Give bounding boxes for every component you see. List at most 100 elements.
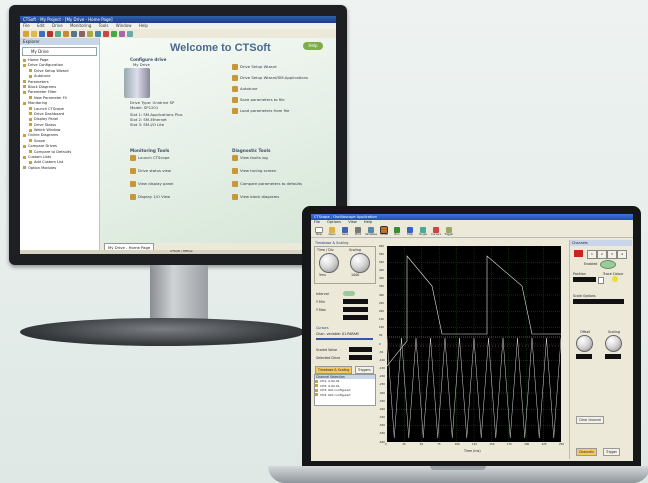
- stop-icon[interactable]: [103, 30, 109, 37]
- link-io-view[interactable]: Display 1/O View: [130, 194, 173, 200]
- link-faults-log[interactable]: View faults log: [232, 155, 302, 161]
- go-icon[interactable]: [111, 30, 117, 37]
- cursor-slider[interactable]: [316, 338, 373, 340]
- monitor-stand-base: [20, 318, 305, 346]
- channel-color-swatch[interactable]: [574, 250, 583, 257]
- tab-trigger[interactable]: Trigger: [603, 448, 620, 456]
- right-scaling-readout: [605, 354, 621, 359]
- link-drive-status[interactable]: Drive status view: [130, 168, 173, 174]
- link-block-diagrams[interactable]: View block diagrams: [232, 194, 302, 200]
- link-tuning-screen[interactable]: View tuning screen: [232, 168, 302, 174]
- tool-print[interactable]: Print: [353, 226, 363, 236]
- copy-icon[interactable]: [55, 30, 61, 37]
- menu-drive[interactable]: Drive: [52, 23, 63, 28]
- enabled-label: Enabled: [584, 262, 598, 266]
- tree-item[interactable]: Option Modules: [23, 166, 99, 171]
- channel-button-4[interactable]: 4: [617, 250, 627, 259]
- y-tick-label: -500: [379, 424, 385, 428]
- drive-selector[interactable]: My Drive: [22, 47, 97, 56]
- tool-single[interactable]: Single: [418, 226, 428, 236]
- compare-icon[interactable]: [119, 30, 125, 37]
- tool-save[interactable]: Save: [340, 226, 350, 236]
- time-div-value: 5ms: [319, 273, 327, 277]
- task-save-params[interactable]: Save parameters to file: [232, 97, 308, 103]
- download-icon[interactable]: [79, 30, 85, 37]
- task-load-params[interactable]: Load parameters from file: [232, 108, 308, 114]
- tool-variables[interactable]: Variables: [365, 226, 377, 236]
- wizard-icon: [232, 75, 238, 81]
- scaling-knob[interactable]: [350, 253, 370, 273]
- monitoring-heading: Monitoring Tools: [130, 148, 170, 153]
- link-display-panel[interactable]: View display panel: [130, 181, 173, 187]
- menu-edit[interactable]: Edit: [37, 23, 45, 28]
- y-tick-label: -400: [379, 407, 385, 411]
- tab-triggers[interactable]: Triggers: [355, 366, 374, 374]
- tool-trigger[interactable]: Trigger: [444, 226, 454, 236]
- channel-variable: Chan. variable: 01.PARAM: [316, 332, 359, 336]
- menu-tools[interactable]: Tools: [99, 23, 109, 28]
- menu-help[interactable]: Help: [139, 23, 148, 28]
- tab-timebase[interactable]: Timebase & Scaling: [315, 366, 353, 374]
- load-file-icon: [232, 108, 238, 114]
- tool-cursors[interactable]: Cursors: [431, 226, 441, 236]
- cut-icon[interactable]: [47, 30, 53, 37]
- scope-toolbar: New Open Save Print Variables Scope Run …: [311, 225, 633, 238]
- task-autotune[interactable]: Autotune: [232, 86, 308, 92]
- channel-list: Channel Selection CH1: 0.02.01 CH2: 0.02…: [314, 374, 376, 406]
- y-tick-label: -250: [379, 383, 385, 387]
- x-tick-label: 225: [541, 443, 547, 446]
- trace-colour-swatch[interactable]: [612, 276, 618, 282]
- time-div-knob[interactable]: [319, 253, 339, 273]
- channel-button-2[interactable]: 2: [597, 250, 607, 259]
- y-tick-label: -600: [379, 440, 385, 444]
- new-icon[interactable]: [23, 30, 29, 37]
- scope-icon[interactable]: [95, 30, 101, 37]
- paste-icon[interactable]: [63, 30, 69, 37]
- plot-area[interactable]: [386, 246, 562, 442]
- scope-menu-view[interactable]: View: [348, 220, 357, 224]
- tool-new[interactable]: New: [314, 226, 324, 236]
- selected-drive-readout: [349, 355, 372, 360]
- y-max-readout: [343, 307, 368, 312]
- monitoring-links: Launch CTScope Drive status view View di…: [130, 155, 173, 200]
- y-tick-label: 250: [379, 301, 384, 305]
- connect-icon[interactable]: [87, 30, 93, 37]
- channel-button-1[interactable]: 1: [587, 250, 597, 259]
- link-launch-scope[interactable]: Launch CTScope: [130, 155, 173, 161]
- offset-knob[interactable]: [576, 335, 593, 352]
- save-icon[interactable]: [39, 30, 45, 37]
- selected-drive-label: Selected Drive: [316, 356, 341, 360]
- task-setup-wizard-apps[interactable]: Drive Setup Wizard/SM-Applications: [232, 75, 308, 81]
- scope-menu-help[interactable]: Help: [364, 220, 372, 224]
- channels-panel: Channels 1 2 3 4 Enabled Position Trace …: [569, 240, 632, 459]
- drive-model: Model: SP1201: [130, 105, 159, 110]
- help-button[interactable]: Help: [303, 42, 323, 50]
- tool-run[interactable]: Run: [392, 226, 402, 236]
- y-tick-label: -350: [379, 399, 385, 403]
- link-compare-defaults[interactable]: Compare parameters to defaults: [232, 181, 302, 187]
- menu-file[interactable]: File: [23, 23, 30, 28]
- tool-stop[interactable]: Stop: [405, 226, 415, 236]
- channel-4[interactable]: CH4: Not configured: [315, 393, 375, 398]
- channel-button-3[interactable]: 3: [607, 250, 617, 259]
- tool-open[interactable]: Open: [327, 226, 337, 236]
- scope-menu-options[interactable]: Options: [327, 220, 341, 224]
- open-icon[interactable]: [31, 30, 37, 37]
- scope-menu-file[interactable]: File: [314, 220, 320, 224]
- monitor-window-title: CTSoft - My Project - [My Drive - Home P…: [20, 16, 336, 23]
- menu-window[interactable]: Window: [116, 23, 132, 28]
- upload-icon[interactable]: [71, 30, 77, 37]
- enabled-toggle[interactable]: [600, 260, 616, 269]
- help-icon[interactable]: [127, 30, 133, 37]
- task-setup-wizard[interactable]: Drive Setup Wizard: [232, 64, 308, 70]
- plot-svg: [386, 246, 562, 442]
- interval-toggle[interactable]: [343, 291, 355, 296]
- tool-scope[interactable]: Scope: [379, 225, 389, 236]
- menu-monitoring[interactable]: Monitoring: [70, 23, 91, 28]
- right-scaling-knob[interactable]: [605, 335, 622, 352]
- tab-channels[interactable]: Channels: [576, 448, 597, 456]
- x-tick-label: 100: [454, 443, 460, 446]
- position-spinner[interactable]: [598, 277, 604, 284]
- workspace-tree: Home Page Drive Configuration Drive Setup …: [20, 58, 99, 171]
- clear-channel-button[interactable]: Clear channel: [576, 416, 604, 424]
